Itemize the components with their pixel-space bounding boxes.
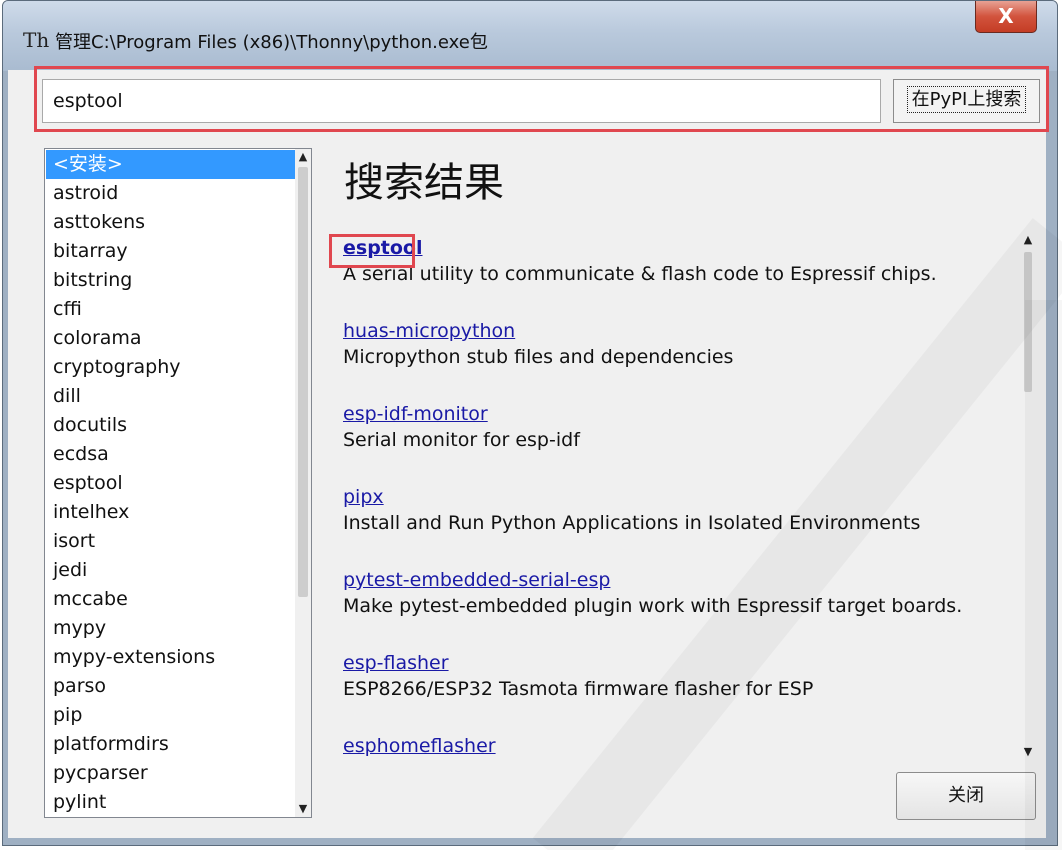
- results-heading: 搜索结果: [344, 160, 504, 206]
- package-list-item[interactable]: esptool: [46, 469, 296, 498]
- title-bar[interactable]: Th 管理C:\Program Files (x86)\Thonny\pytho…: [3, 1, 1057, 71]
- result-item: esp-flasher ESP8266/ESP32 Tasmota firmwa…: [343, 651, 813, 703]
- window-title: 管理C:\Program Files (x86)\Thonny\python.e…: [55, 32, 488, 53]
- result-link[interactable]: esptool: [343, 236, 937, 260]
- results-scrollbar[interactable]: ▲ ▼: [1020, 232, 1036, 760]
- esptool-result-highlight-box: [329, 234, 415, 268]
- result-item: pipx Install and Run Python Applications…: [343, 485, 920, 537]
- result-item: esphomeflasher: [343, 734, 496, 758]
- package-list-item[interactable]: ecdsa: [46, 440, 296, 469]
- package-list-item[interactable]: <安装>: [46, 150, 296, 179]
- result-link[interactable]: esp-flasher: [343, 651, 813, 675]
- search-pypi-button[interactable]: 在PyPI上搜索: [893, 79, 1040, 123]
- result-item: esp-idf-monitor Serial monitor for esp-i…: [343, 402, 580, 454]
- result-description: Install and Run Python Applications in I…: [343, 512, 921, 534]
- window-close-button[interactable]: X: [975, 1, 1037, 33]
- result-description: ESP8266/ESP32 Tasmota firmware flasher f…: [343, 678, 814, 700]
- scroll-up-arrow-icon[interactable]: ▲: [295, 149, 311, 165]
- scroll-up-arrow-icon[interactable]: ▲: [1020, 232, 1036, 248]
- package-list-item[interactable]: dill: [46, 382, 296, 411]
- search-results-pane: esptool A serial utility to communicate …: [332, 232, 1022, 762]
- scroll-down-arrow-icon[interactable]: ▼: [295, 801, 311, 817]
- package-list-scroll-thumb[interactable]: [298, 167, 308, 597]
- package-list-item[interactable]: mypy-extensions: [46, 643, 296, 672]
- result-item: pytest-embedded-serial-esp Make pytest-e…: [343, 568, 962, 620]
- result-link[interactable]: esphomeflasher: [343, 734, 496, 758]
- close-dialog-button[interactable]: 关闭: [896, 772, 1036, 820]
- result-link[interactable]: huas-micropython: [343, 319, 733, 343]
- result-description: A serial utility to communicate & flash …: [343, 263, 937, 285]
- result-link[interactable]: pipx: [343, 485, 920, 509]
- package-list-item[interactable]: cryptography: [46, 353, 296, 382]
- result-description: Serial monitor for esp-idf: [343, 429, 580, 451]
- installed-package-list[interactable]: <安装> astroid asttokens bitarray bitstring cff…: [44, 148, 312, 818]
- package-list-item[interactable]: intelhex: [46, 498, 296, 527]
- package-list-item[interactable]: jedi: [46, 556, 296, 585]
- search-pypi-button-label: 在PyPI上搜索: [906, 86, 1027, 113]
- package-list-item[interactable]: mccabe: [46, 585, 296, 614]
- results-scroll-thumb[interactable]: [1024, 252, 1032, 392]
- thonny-icon: Th: [23, 28, 50, 52]
- package-list-item[interactable]: pip: [46, 701, 296, 730]
- result-description: Make pytest-embedded plugin work with Es…: [343, 595, 963, 617]
- package-list-item[interactable]: pycparser: [46, 759, 296, 788]
- package-list-scrollbar[interactable]: ▲ ▼: [295, 149, 311, 817]
- package-list-item[interactable]: pylint: [46, 788, 296, 817]
- result-item: huas-micropython Micropython stub files …: [343, 319, 733, 371]
- package-list-item[interactable]: isort: [46, 527, 296, 556]
- package-list-item[interactable]: bitarray: [46, 237, 296, 266]
- package-items: <安装> astroid asttokens bitarray bitstring cff…: [46, 150, 296, 817]
- package-list-item[interactable]: astroid: [46, 179, 296, 208]
- result-item: esptool A serial utility to communicate …: [343, 236, 937, 288]
- close-icon: X: [998, 4, 1014, 28]
- scroll-down-arrow-icon[interactable]: ▼: [1020, 744, 1036, 760]
- package-list-item[interactable]: bitstring: [46, 266, 296, 295]
- package-list-item[interactable]: parso: [46, 672, 296, 701]
- package-list-item[interactable]: colorama: [46, 324, 296, 353]
- package-list-item[interactable]: cffi: [46, 295, 296, 324]
- result-link[interactable]: esp-idf-monitor: [343, 402, 580, 426]
- search-input[interactable]: esptool: [42, 79, 881, 123]
- package-list-item[interactable]: docutils: [46, 411, 296, 440]
- result-link[interactable]: pytest-embedded-serial-esp: [343, 568, 962, 592]
- package-list-item[interactable]: asttokens: [46, 208, 296, 237]
- package-list-item[interactable]: platformdirs: [46, 730, 296, 759]
- package-list-item[interactable]: mypy: [46, 614, 296, 643]
- result-description: Micropython stub files and dependencies: [343, 346, 734, 368]
